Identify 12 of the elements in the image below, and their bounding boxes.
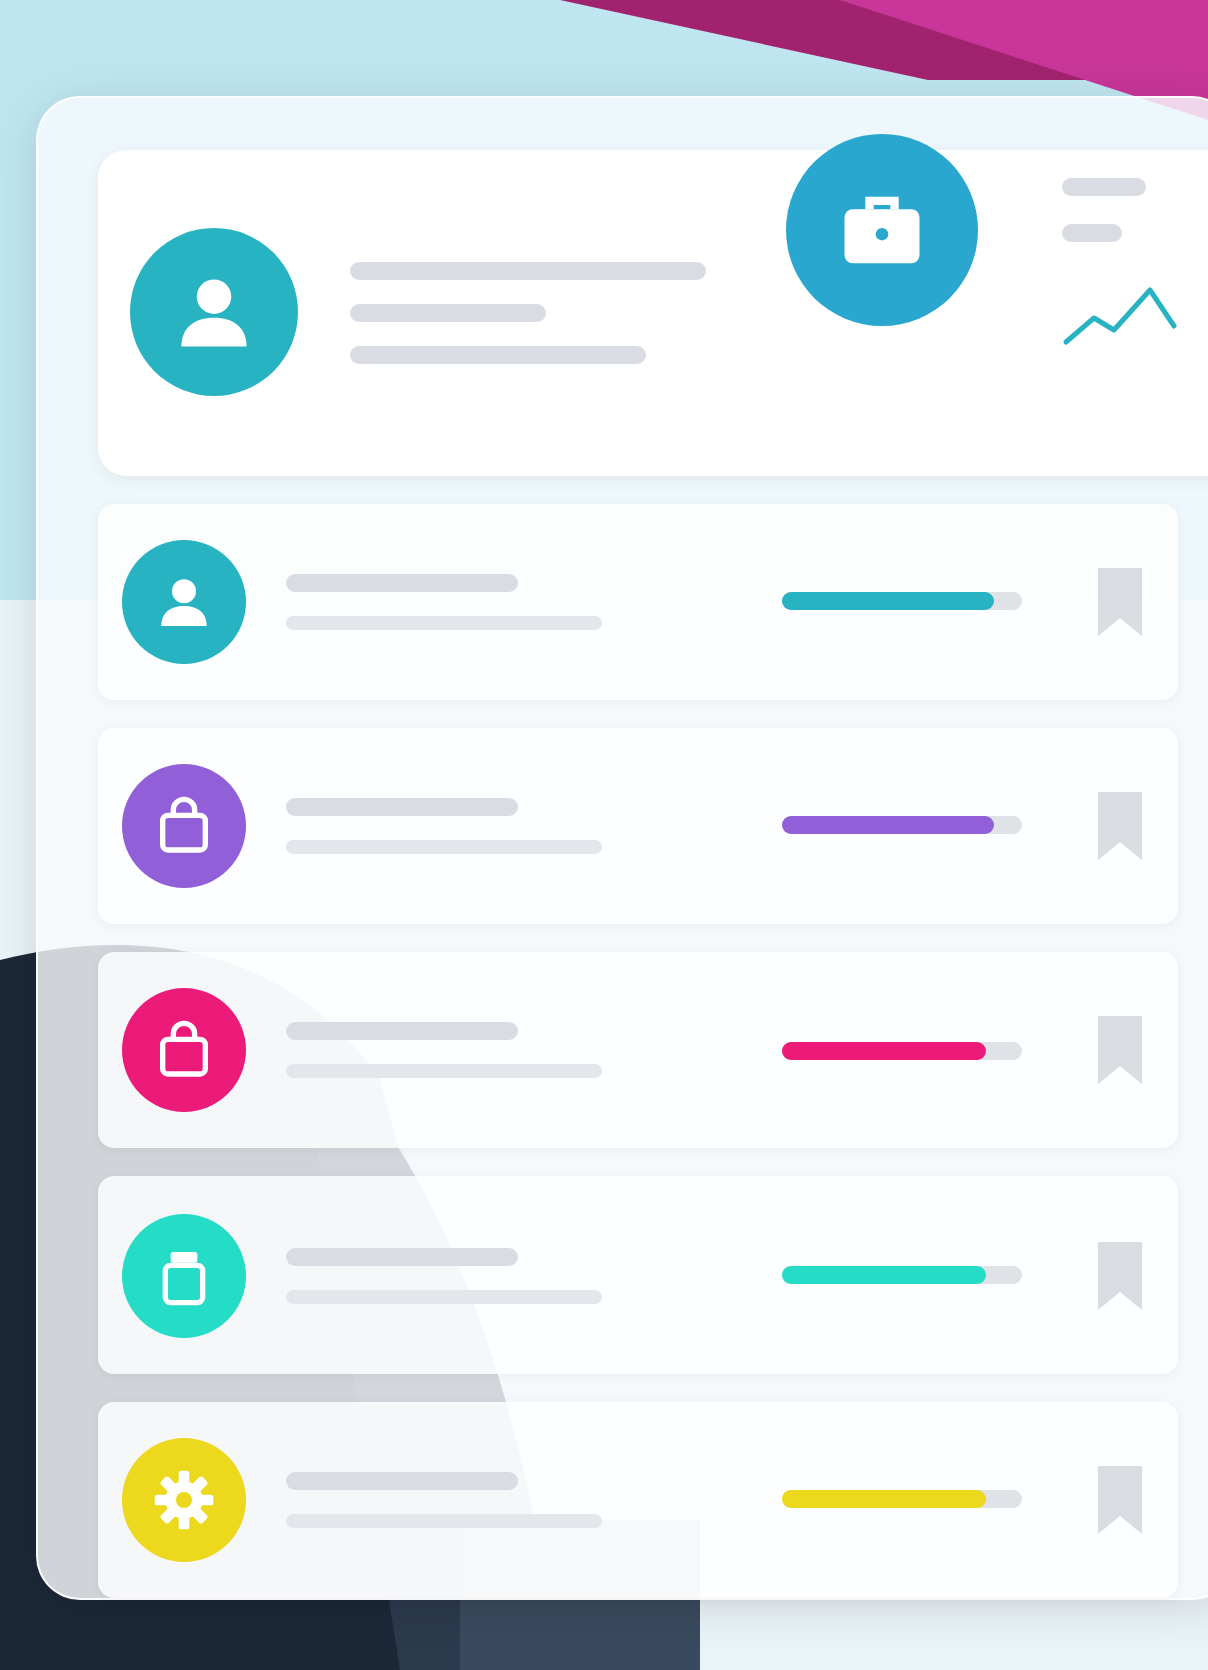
list-row[interactable] [98,503,1178,700]
bookmark-icon[interactable] [1098,1016,1142,1085]
placeholder-line [1062,178,1146,196]
bookmark-icon[interactable] [1098,791,1142,860]
list-row[interactable] [98,727,1178,925]
list-row[interactable] [98,952,1178,1149]
gear-icon [152,1467,216,1532]
bookmark-icon[interactable] [1098,1465,1142,1534]
list-row[interactable] [98,1176,1178,1374]
bookmark-icon[interactable] [1098,567,1142,636]
placeholder-line [1062,224,1122,242]
bookmark-icon[interactable] [1098,1241,1142,1310]
